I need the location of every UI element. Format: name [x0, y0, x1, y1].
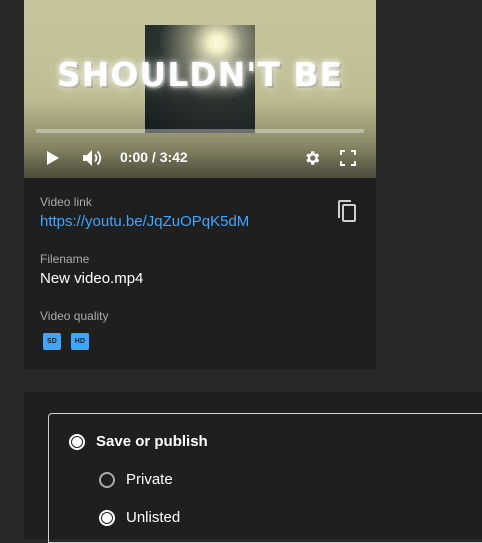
video-player[interactable]: SHOULDN'T BE 0:00 / 3:42 — [24, 0, 376, 178]
video-preview-card: SHOULDN'T BE 0:00 / 3:42 Video link http… — [24, 0, 376, 369]
private-label: Private — [126, 471, 173, 488]
video-overlay-text: SHOULDN'T BE — [56, 55, 344, 94]
filename-label: Filename — [40, 252, 90, 266]
copy-icon — [338, 200, 356, 222]
sd-badge: SD — [43, 333, 61, 350]
fullscreen-button[interactable] — [338, 148, 358, 168]
unlisted-label: Unlisted — [126, 509, 181, 526]
filename-value: New video.mp4 — [40, 270, 144, 287]
save-or-publish-label: Save or publish — [96, 433, 208, 450]
unlisted-radio[interactable] — [99, 509, 115, 526]
video-link[interactable]: https://youtu.be/JqZuOPqK5dM — [40, 213, 249, 230]
video-quality-label: Video quality — [40, 309, 109, 323]
save-or-publish-option[interactable]: Save or publish — [69, 433, 208, 450]
hd-badge: HD — [71, 333, 89, 350]
play-button[interactable] — [44, 149, 62, 167]
unlisted-option[interactable]: Unlisted — [99, 509, 180, 526]
private-radio[interactable] — [99, 471, 115, 488]
video-link-label: Video link — [40, 195, 92, 209]
save-or-publish-radio[interactable] — [69, 433, 85, 450]
volume-button[interactable] — [82, 148, 104, 168]
copy-link-button[interactable] — [336, 199, 358, 223]
time-display: 0:00 / 3:42 — [120, 149, 188, 165]
volume-icon — [83, 150, 102, 166]
settings-button[interactable] — [302, 148, 322, 168]
private-option[interactable]: Private — [99, 471, 173, 488]
fullscreen-icon — [340, 150, 356, 166]
gear-icon — [306, 151, 320, 165]
play-icon — [47, 151, 59, 165]
progress-bar[interactable] — [36, 129, 364, 133]
